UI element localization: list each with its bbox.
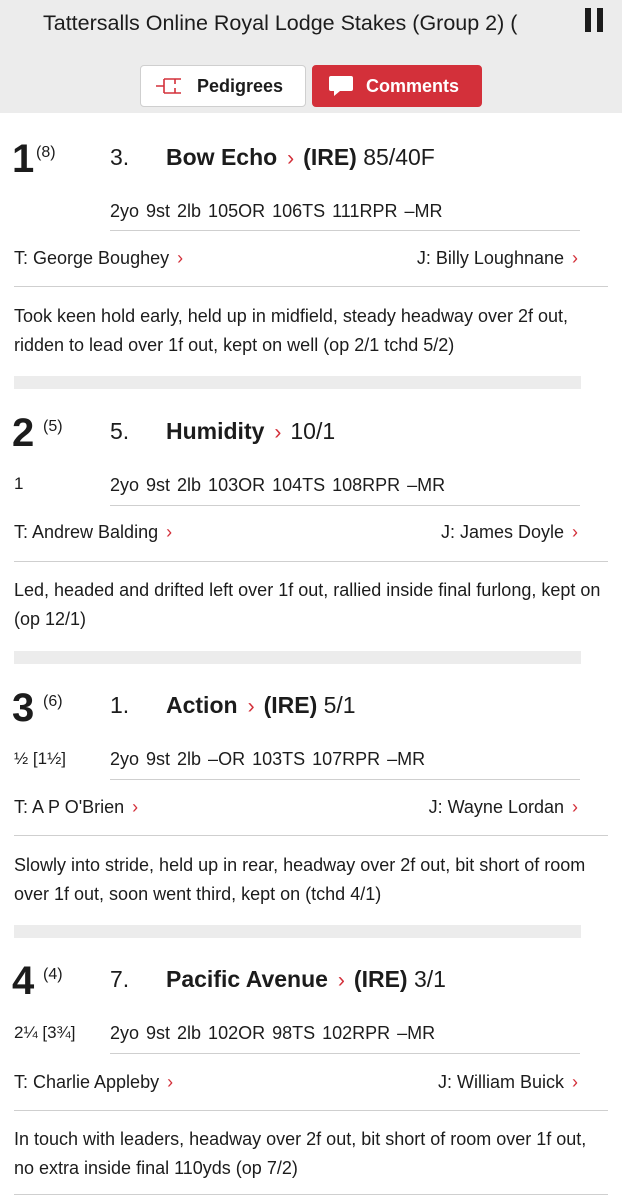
- horse-name: Humidity: [166, 418, 265, 444]
- chevron-right-icon: ›: [167, 1072, 174, 1092]
- section-separator: [14, 651, 581, 664]
- horse-country: (IRE): [303, 144, 357, 170]
- chevron-right-icon: ›: [572, 797, 578, 817]
- jockey-name: J: Wayne Lordan: [428, 797, 564, 817]
- comments-button[interactable]: Comments: [312, 65, 482, 107]
- horse-name: Action: [166, 692, 238, 718]
- horse-country: (IRE): [263, 692, 318, 718]
- chevron-right-icon: ›: [247, 695, 255, 718]
- horse-odds: 3/1: [413, 966, 446, 992]
- divider: [14, 286, 608, 287]
- comments-label: Comments: [366, 75, 460, 96]
- pedigrees-button[interactable]: Pedigrees: [140, 65, 306, 107]
- beaten-distance: 1: [14, 474, 24, 493]
- stall-draw: (4): [43, 966, 63, 983]
- race-title: Tattersalls Online Royal Lodge Stakes (G…: [43, 11, 518, 35]
- chevron-right-icon: ›: [177, 248, 184, 268]
- chevron-right-icon: ›: [132, 797, 139, 817]
- race-comment: Led, headed and drifted left over 1f out…: [14, 580, 601, 629]
- race-comment: Took keen hold early, held up in midfiel…: [14, 306, 569, 355]
- chevron-right-icon: ›: [572, 522, 578, 542]
- section-separator: [14, 376, 581, 389]
- horse-link[interactable]: Action › (IRE) 5/1: [166, 692, 356, 720]
- pause-icon[interactable]: [585, 8, 605, 32]
- divider: [14, 1194, 608, 1195]
- horse-odds: 10/1: [290, 418, 336, 444]
- horse-link[interactable]: Pacific Avenue › (IRE) 3/1: [166, 966, 446, 994]
- horse-odds: 85/40F: [363, 144, 435, 170]
- divider: [110, 505, 580, 506]
- jockey-link[interactable]: J: Wayne Lordan ›: [429, 796, 578, 818]
- divider: [14, 835, 608, 836]
- chevron-right-icon: ›: [337, 969, 345, 992]
- horse-link[interactable]: Humidity › 10/1: [166, 418, 335, 446]
- runner-stats: 2yo 9st 2lb –OR 103TS 107RPR –MR: [110, 749, 426, 769]
- saddle-number: 3.: [110, 144, 130, 170]
- section-separator: [14, 925, 581, 938]
- finish-position: 3: [12, 686, 35, 730]
- saddle-number: 5.: [110, 418, 130, 444]
- jockey-name: J: William Buick: [437, 1072, 564, 1092]
- horse-odds: 5/1: [323, 692, 356, 718]
- chevron-right-icon: ›: [572, 248, 578, 268]
- runner-stats: 2yo 9st 2lb 105OR 106TS 111RPR –MR: [110, 201, 443, 221]
- chevron-right-icon: ›: [287, 147, 295, 170]
- beaten-distance: ½ [1½]: [14, 749, 66, 768]
- race-comment: In touch with leaders, headway over 2f o…: [14, 1129, 587, 1178]
- trainer-link[interactable]: T: George Boughey ›: [14, 247, 183, 269]
- stall-draw: (8): [36, 144, 56, 161]
- trainer-name: T: A P O'Brien: [14, 797, 125, 817]
- trainer-link[interactable]: T: Andrew Balding ›: [14, 521, 172, 543]
- horse-name: Bow Echo: [166, 144, 278, 170]
- runner-stats: 2yo 9st 2lb 102OR 98TS 102RPR –MR: [110, 1023, 436, 1043]
- race-header-bar: Tattersalls Online Royal Lodge Stakes (G…: [0, 0, 622, 113]
- pedigree-tree-icon: [156, 78, 181, 94]
- finish-position: 2: [12, 411, 35, 455]
- saddle-number: 7.: [110, 966, 130, 992]
- stall-draw: (6): [43, 693, 63, 710]
- trainer-link[interactable]: T: Charlie Appleby ›: [14, 1071, 173, 1093]
- trainer-name: T: Andrew Balding: [14, 522, 159, 542]
- chevron-right-icon: ›: [572, 1072, 578, 1092]
- horse-name: Pacific Avenue: [166, 966, 328, 992]
- trainer-link[interactable]: T: A P O'Brien ›: [14, 796, 138, 818]
- divider: [110, 1053, 580, 1054]
- runner-stats: 2yo 9st 2lb 103OR 104TS 108RPR –MR: [110, 475, 446, 495]
- jockey-link[interactable]: J: William Buick ›: [438, 1071, 578, 1093]
- beaten-distance: 2¼ [3¾]: [14, 1023, 76, 1042]
- divider: [110, 779, 580, 780]
- finish-position: 1: [12, 137, 35, 181]
- divider: [14, 1110, 608, 1111]
- divider: [14, 561, 608, 562]
- divider: [110, 230, 580, 231]
- jockey-link[interactable]: J: Billy Loughnane ›: [417, 247, 578, 269]
- horse-country: (IRE): [353, 966, 408, 992]
- jockey-name: J: James Doyle: [440, 522, 564, 542]
- horse-link[interactable]: Bow Echo › (IRE) 85/40F: [166, 144, 435, 172]
- pedigrees-label: Pedigrees: [197, 75, 284, 96]
- stall-draw: (5): [43, 418, 63, 435]
- speech-bubble-icon: [329, 76, 353, 96]
- jockey-link[interactable]: J: James Doyle ›: [441, 521, 578, 543]
- trainer-name: T: George Boughey: [14, 248, 170, 268]
- race-comment: Slowly into stride, held up in rear, hea…: [14, 855, 586, 904]
- trainer-name: T: Charlie Appleby: [14, 1072, 160, 1092]
- finish-position: 4: [12, 959, 35, 1003]
- jockey-name: J: Billy Loughnane: [416, 248, 564, 268]
- chevron-right-icon: ›: [274, 421, 282, 444]
- saddle-number: 1.: [110, 692, 130, 718]
- chevron-right-icon: ›: [166, 522, 173, 542]
